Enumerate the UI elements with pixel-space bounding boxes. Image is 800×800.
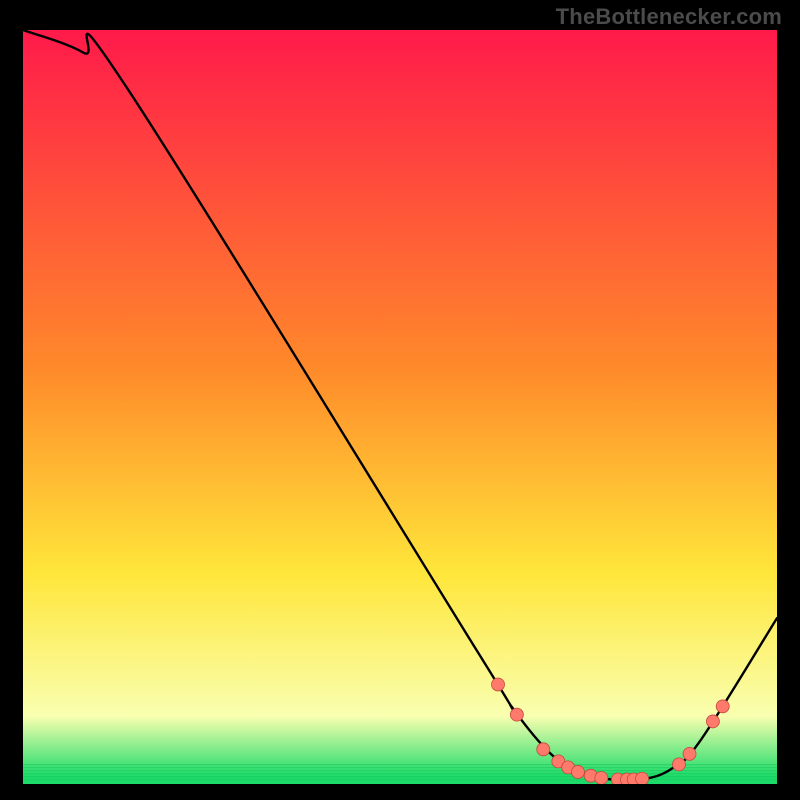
data-marker <box>595 771 608 784</box>
data-marker <box>672 758 685 771</box>
data-marker <box>492 678 505 691</box>
data-marker <box>716 700 729 713</box>
data-marker <box>510 708 523 721</box>
bottleneck-chart-svg <box>23 30 777 784</box>
data-marker <box>571 765 584 778</box>
data-marker <box>636 772 649 784</box>
chart-area <box>23 30 777 784</box>
data-marker <box>706 715 719 728</box>
watermark-text: TheBottlenecker.com <box>556 4 782 30</box>
data-marker <box>537 743 550 756</box>
data-marker <box>683 747 696 760</box>
